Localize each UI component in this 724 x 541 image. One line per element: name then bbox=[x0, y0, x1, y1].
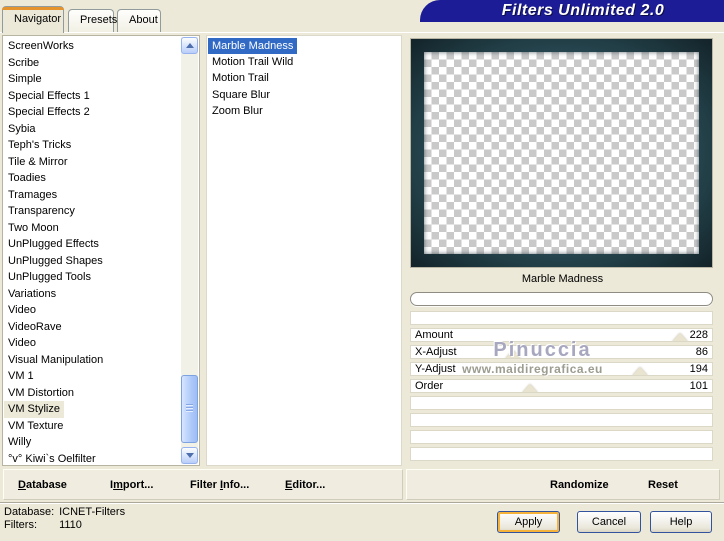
filter-items: Marble Madness Motion Trail Wild Motion Tr… bbox=[208, 37, 399, 464]
list-item[interactable]: VM Texture bbox=[4, 418, 181, 435]
list-item[interactable]: Special Effects 1 bbox=[4, 88, 181, 105]
list-item[interactable]: °v° Kiwi`s Oelfilter bbox=[4, 451, 181, 465]
scroll-down-icon bbox=[185, 453, 194, 458]
list-item[interactable]: Simple bbox=[4, 71, 181, 88]
list-item[interactable]: Transparency bbox=[4, 203, 181, 220]
slider-value: 194 bbox=[689, 363, 708, 375]
slider-thumb-icon[interactable] bbox=[631, 367, 648, 375]
list-item[interactable]: Willy bbox=[4, 434, 181, 451]
list-item[interactable]: Marble Madness bbox=[208, 38, 298, 55]
list-item[interactable]: Special Effects 2 bbox=[4, 104, 181, 121]
slider-row[interactable]: Y-Adjust 194 bbox=[410, 362, 713, 376]
scroll-up-icon bbox=[185, 43, 194, 48]
filter-info-button[interactable]: Filter Info... bbox=[190, 474, 249, 496]
scroll-down-button[interactable] bbox=[181, 447, 198, 464]
slider-label: Amount bbox=[415, 329, 453, 341]
list-item[interactable]: Zoom Blur bbox=[208, 103, 399, 119]
list-item[interactable]: UnPlugged Shapes bbox=[4, 253, 181, 270]
tab-page-edge bbox=[0, 32, 724, 33]
list-item[interactable]: Variations bbox=[4, 286, 181, 303]
list-item[interactable]: Teph's Tricks bbox=[4, 137, 181, 154]
slider-value: 228 bbox=[689, 329, 708, 341]
list-item[interactable]: Toadies bbox=[4, 170, 181, 187]
slider-value: 86 bbox=[695, 346, 708, 358]
status-filters: Filters: 1110 bbox=[4, 519, 82, 531]
preview-frame bbox=[410, 38, 713, 268]
slider-label: X-Adjust bbox=[415, 346, 457, 358]
filter-listbox[interactable]: Marble Madness Motion Trail Wild Motion Tr… bbox=[206, 35, 402, 466]
randomize-button[interactable]: Randomize bbox=[550, 474, 609, 496]
slider-stack: Amount 228 X-Adjust 86 Y-Adjust 194 Orde… bbox=[410, 311, 713, 466]
list-item[interactable]: Motion Trail bbox=[208, 70, 399, 86]
slider-label: Order bbox=[415, 380, 444, 392]
status-database-label: Database: bbox=[4, 506, 55, 518]
scroll-up-button[interactable] bbox=[181, 37, 198, 54]
status-database-value: ICNET-Filters bbox=[59, 506, 126, 518]
progress-bar bbox=[410, 292, 713, 306]
list-item[interactable]: Sybia bbox=[4, 121, 181, 138]
slider-row[interactable]: Order 101 bbox=[410, 379, 713, 393]
status-filters-label: Filters: bbox=[4, 519, 37, 531]
slider-row[interactable]: X-Adjust 86 bbox=[410, 345, 713, 359]
statusbar-divider bbox=[0, 502, 724, 504]
category-scrollbar[interactable] bbox=[181, 37, 198, 464]
list-item[interactable]: Visual Manipulation bbox=[4, 352, 181, 369]
tab-presets[interactable]: Presets bbox=[68, 9, 118, 32]
import-button[interactable]: Import... bbox=[110, 474, 153, 496]
reset-button[interactable]: Reset bbox=[648, 474, 678, 496]
help-button[interactable]: Help bbox=[650, 511, 712, 533]
list-item[interactable]: VM 1 bbox=[4, 368, 181, 385]
list-item[interactable]: Tramages bbox=[4, 187, 181, 204]
slider-value: 101 bbox=[689, 380, 708, 392]
list-item[interactable]: ScreenWorks bbox=[4, 38, 181, 55]
status-database: Database: ICNET-Filters bbox=[4, 506, 125, 518]
preview-filter-name: Marble Madness bbox=[521, 273, 604, 285]
tab-presets-label: Presets bbox=[80, 14, 118, 26]
cancel-button[interactable]: Cancel bbox=[577, 511, 641, 533]
list-item[interactable]: Tile & Mirror bbox=[4, 154, 181, 171]
slider-row[interactable] bbox=[410, 447, 713, 461]
scrollbar-thumb[interactable] bbox=[181, 375, 198, 443]
slider-thumb-icon[interactable] bbox=[672, 333, 689, 341]
list-item[interactable]: UnPlugged Effects bbox=[4, 236, 181, 253]
tab-navigator-label: Navigator bbox=[14, 13, 62, 25]
list-item[interactable]: VM Distortion bbox=[4, 385, 181, 402]
category-items: ScreenWorks Scribe Simple Special Effects 1… bbox=[4, 37, 181, 464]
list-item[interactable]: VM Stylize bbox=[4, 401, 64, 418]
list-item[interactable]: VideoRave bbox=[4, 319, 181, 336]
list-item[interactable]: Square Blur bbox=[208, 87, 399, 103]
slider-row[interactable] bbox=[410, 311, 713, 325]
preview-transparency-checker bbox=[424, 52, 699, 254]
list-item[interactable]: Video bbox=[4, 302, 181, 319]
list-item[interactable]: Scribe bbox=[4, 55, 181, 72]
slider-thumb-icon[interactable] bbox=[522, 384, 539, 392]
database-button[interactable]: Database bbox=[18, 474, 67, 496]
list-item[interactable]: Video bbox=[4, 335, 181, 352]
category-listbox[interactable]: ScreenWorks Scribe Simple Special Effects 1… bbox=[2, 35, 200, 466]
tab-about-label: About bbox=[129, 14, 158, 26]
slider-row[interactable] bbox=[410, 430, 713, 444]
list-item[interactable]: Motion Trail Wild bbox=[208, 54, 399, 70]
tab-about[interactable]: About bbox=[117, 9, 161, 32]
apply-button[interactable]: Apply bbox=[497, 511, 560, 533]
status-filters-value: 1110 bbox=[59, 519, 82, 531]
app-title: Filters Unlimited 2.0 bbox=[420, 0, 724, 22]
slider-label: Y-Adjust bbox=[415, 363, 456, 375]
list-item[interactable]: UnPlugged Tools bbox=[4, 269, 181, 286]
slider-row[interactable] bbox=[410, 413, 713, 427]
slider-row[interactable] bbox=[410, 396, 713, 410]
slider-row[interactable]: Amount 228 bbox=[410, 328, 713, 342]
list-item[interactable]: Two Moon bbox=[4, 220, 181, 237]
slider-thumb-icon[interactable] bbox=[504, 350, 521, 358]
editor-button[interactable]: Editor... bbox=[285, 474, 325, 496]
tab-navigator[interactable]: Navigator bbox=[2, 6, 64, 33]
